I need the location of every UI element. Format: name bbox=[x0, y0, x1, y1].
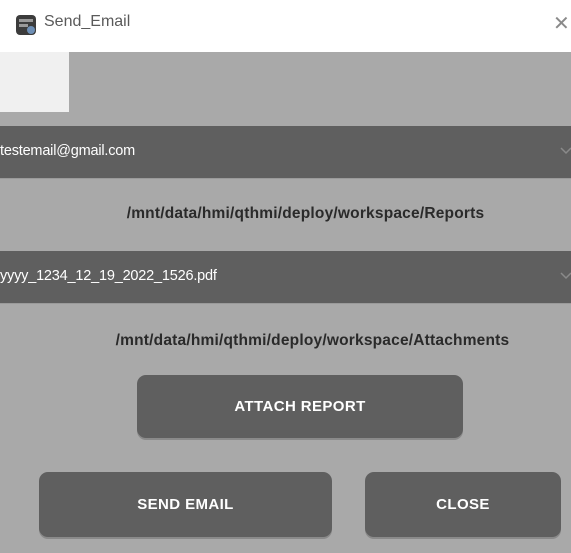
reports-path-label: /mnt/data/hmi/qthmi/deploy/workspace/Rep… bbox=[126, 205, 485, 222]
app-icon bbox=[16, 15, 36, 35]
chevron-down-icon bbox=[560, 147, 571, 155]
close-button[interactable]: CLOSE bbox=[365, 472, 561, 537]
tab-strip bbox=[0, 52, 571, 112]
title-bar: Send_Email ✕ bbox=[0, 0, 571, 52]
email-recipient-value: testemail@gmail.com bbox=[0, 143, 136, 159]
send-email-button[interactable]: SEND EMAIL bbox=[39, 472, 332, 537]
attach-report-button[interactable]: ATTACH REPORT bbox=[137, 375, 463, 438]
tab-blank[interactable] bbox=[0, 52, 69, 112]
chevron-down-icon bbox=[560, 272, 571, 280]
divider bbox=[0, 303, 571, 304]
email-recipient-dropdown[interactable]: testemail@gmail.com bbox=[0, 126, 571, 178]
report-file-value: yyyy_1234_12_19_2022_1526.pdf bbox=[0, 268, 217, 284]
report-file-dropdown[interactable]: yyyy_1234_12_19_2022_1526.pdf bbox=[0, 251, 571, 303]
close-window-icon[interactable]: ✕ bbox=[553, 12, 571, 36]
divider bbox=[0, 178, 571, 179]
attachments-path-label: /mnt/data/hmi/qthmi/deploy/workspace/Att… bbox=[115, 332, 510, 349]
window-title: Send_Email bbox=[44, 13, 131, 30]
